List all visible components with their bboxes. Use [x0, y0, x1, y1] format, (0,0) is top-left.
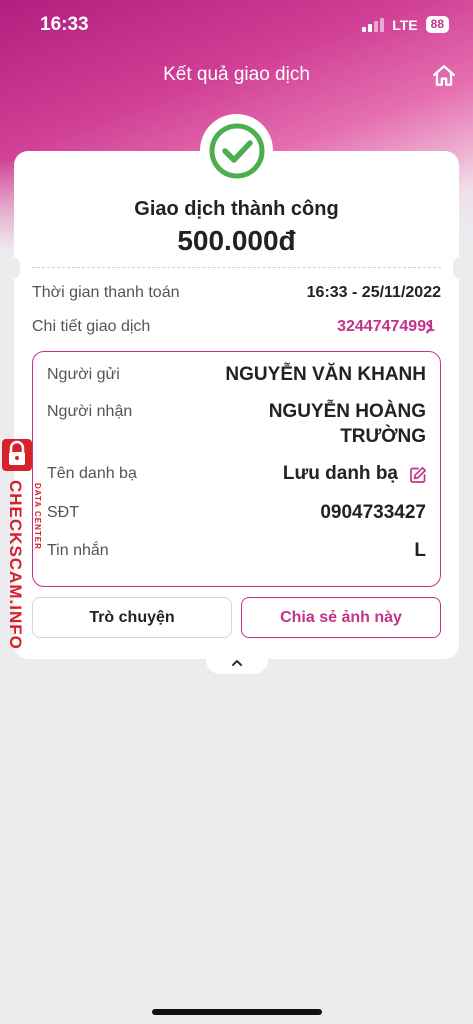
signal-icon — [362, 17, 385, 32]
network-type: LTE — [392, 16, 418, 33]
card-notch-left — [6, 257, 20, 279]
sender-value: NGUYỄN VĂN KHANH — [225, 364, 426, 385]
contact-label: Tên danh bạ — [47, 465, 137, 482]
battery-icon: 88 — [425, 16, 449, 33]
share-image-button[interactable]: Chia sẻ ảnh này — [241, 597, 441, 638]
check-circle-icon — [200, 114, 273, 187]
edit-icon[interactable] — [409, 466, 427, 484]
phone-value: 0904733427 — [320, 502, 426, 523]
page-title: Kết quả giao dịch — [163, 64, 310, 85]
amount: 500.000đ — [177, 225, 296, 256]
chevron-up-icon[interactable] — [231, 659, 243, 667]
divider — [32, 267, 441, 268]
status-indicators: LTE 88 — [362, 16, 449, 33]
status-time: 16:33 — [40, 14, 89, 35]
home-icon[interactable] — [431, 63, 457, 89]
receiver-value-line2: TRƯỜNG — [340, 426, 426, 447]
chevron-right-icon[interactable] — [425, 322, 433, 334]
transaction-id-link[interactable]: 32447474991 — [337, 318, 435, 336]
card-notch-right — [453, 257, 467, 279]
transaction-details-label: Chi tiết giao dịch — [32, 318, 151, 335]
success-title: Giao dịch thành công — [134, 198, 339, 220]
transaction-detail-box: Người gửi NGUYỄN VĂN KHANH Người nhận NG… — [32, 351, 441, 587]
status-bar: 16:33 LTE 88 — [0, 0, 473, 50]
receiver-value-line1: NGUYỄN HOÀNG — [268, 401, 426, 422]
watermark-subtext: DATA CENTER — [33, 483, 42, 550]
chat-button[interactable]: Trò chuyện — [32, 597, 232, 638]
sender-label: Người gửi — [47, 366, 120, 383]
home-indicator[interactable] — [152, 1009, 322, 1015]
lock-icon — [2, 439, 32, 471]
message-label: Tin nhắn — [47, 542, 109, 559]
phone-label: SĐT — [47, 504, 79, 521]
save-contact-link[interactable]: Lưu danh bạ — [283, 463, 398, 485]
payment-time-value: 16:33 - 25/11/2022 — [306, 284, 441, 301]
payment-time-label: Thời gian thanh toán — [32, 284, 180, 301]
receiver-label: Người nhận — [47, 403, 133, 420]
watermark-text: CHECKSCAM.INFO — [6, 480, 25, 650]
message-value: L — [414, 540, 426, 561]
